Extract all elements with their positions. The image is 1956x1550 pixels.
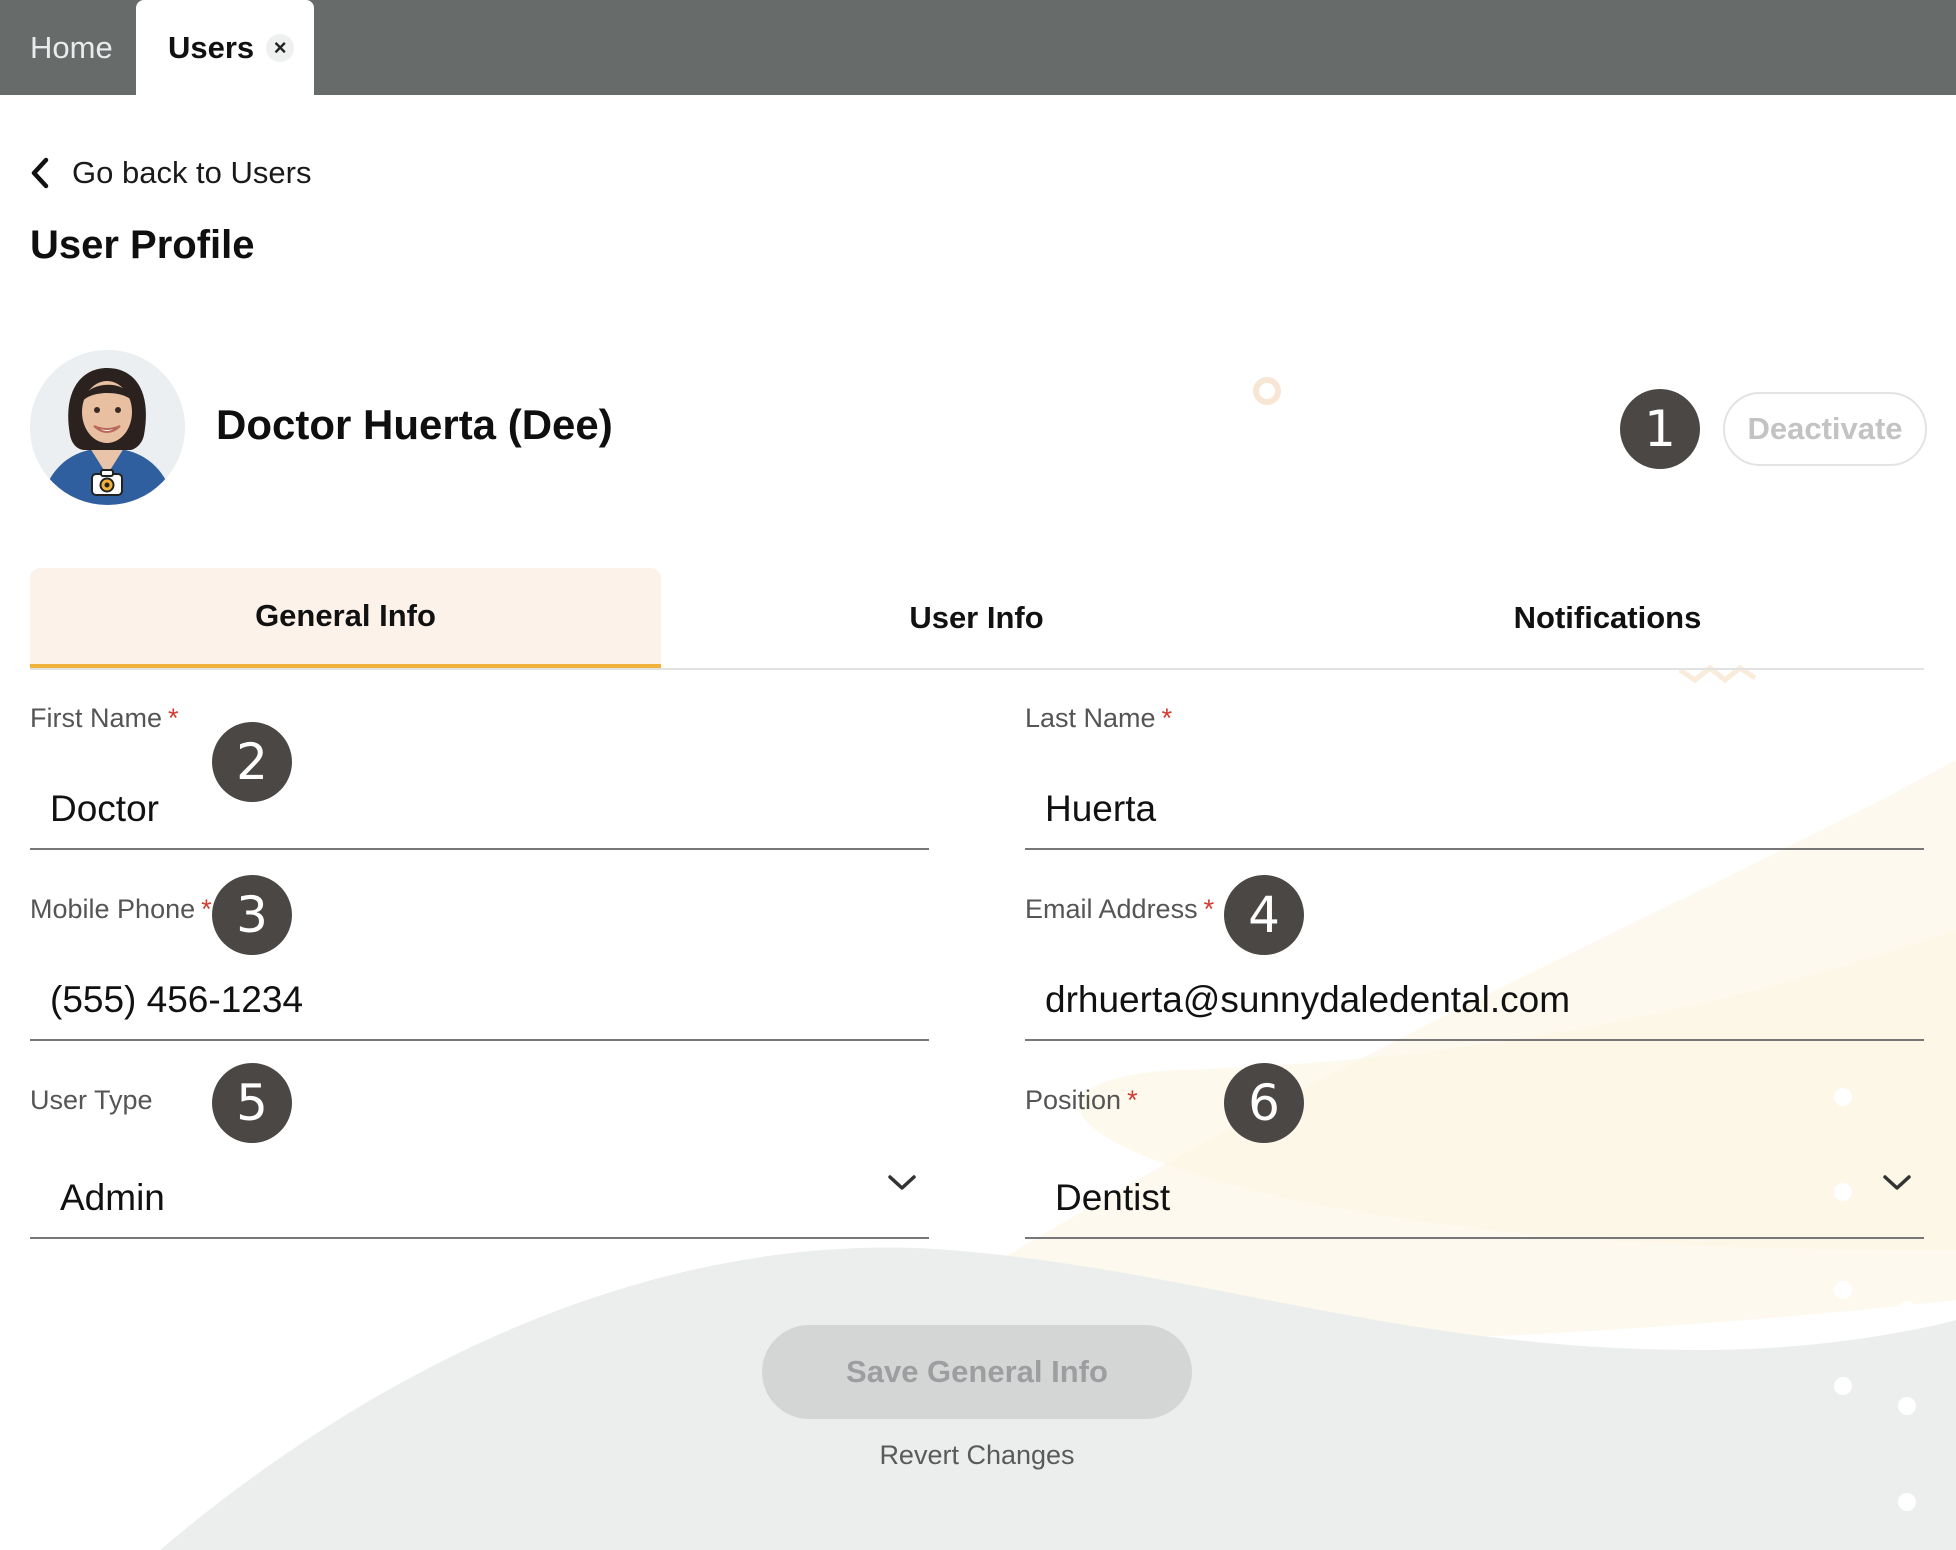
callout-badge-5: 5 (212, 1063, 292, 1143)
first-name-label: First Name * (30, 703, 179, 733)
position-underline (1025, 1237, 1924, 1239)
close-icon[interactable]: × (266, 33, 295, 62)
back-link-label: Go back to Users (72, 155, 312, 190)
email-underline (1025, 1039, 1924, 1041)
callout-badge-4: 4 (1224, 875, 1304, 955)
email-field[interactable]: Email Address * drhuerta@sunnydaledental.… (1025, 894, 1924, 1044)
required-marker: * (1203, 894, 1215, 924)
callout-badge-6: 6 (1224, 1063, 1304, 1143)
mobile-phone-underline (30, 1039, 929, 1041)
mobile-phone-input[interactable]: (555) 456-1234 (50, 979, 303, 1021)
callout-badge-3: 3 (212, 875, 292, 955)
required-marker: * (168, 703, 179, 733)
required-marker: * (1127, 1085, 1138, 1115)
callout-badge-1: 1 (1620, 389, 1700, 469)
user-type-value[interactable]: Admin (60, 1177, 165, 1219)
user-type-select[interactable]: User Type Admin (30, 1085, 929, 1245)
mobile-phone-field[interactable]: Mobile Phone * (555) 456-1234 (30, 894, 929, 1044)
save-general-info-button[interactable]: Save General Info (762, 1325, 1192, 1419)
revert-changes-link[interactable]: Revert Changes (762, 1440, 1192, 1471)
user-type-underline (30, 1237, 929, 1239)
tab-general-info[interactable]: General Info (30, 568, 661, 668)
chevron-down-icon[interactable] (1882, 1173, 1912, 1193)
tab-users[interactable]: Users × (136, 0, 314, 95)
first-name-input[interactable]: Doctor (50, 788, 159, 830)
last-name-label: Last Name * (1025, 703, 1173, 733)
user-type-label: User Type (30, 1085, 153, 1115)
last-name-input[interactable]: Huerta (1045, 788, 1156, 830)
page-title: User Profile (30, 223, 255, 267)
profile-name: Doctor Huerta (Dee) (216, 401, 613, 448)
email-input[interactable]: drhuerta@sunnydaledental.com (1045, 979, 1570, 1021)
chevron-left-icon (31, 157, 49, 189)
first-name-underline (30, 848, 929, 850)
main-content: Go back to Users User Profile Doctor Hue… (0, 95, 1956, 1550)
camera-icon[interactable] (90, 467, 124, 497)
last-name-field[interactable]: Last Name * Huerta (1025, 703, 1924, 853)
tab-user-info[interactable]: User Info (661, 568, 1292, 668)
position-value[interactable]: Dentist (1055, 1177, 1170, 1219)
position-label: Position * (1025, 1085, 1138, 1115)
last-name-underline (1025, 848, 1924, 850)
tab-users-label: Users (168, 29, 255, 65)
section-tabs: General Info User Info Notifications (30, 568, 1924, 670)
deactivate-button[interactable]: Deactivate (1723, 392, 1927, 466)
top-tab-bar: Home Users × (0, 0, 1956, 95)
required-marker: * (201, 894, 212, 924)
first-name-field[interactable]: First Name * Doctor (30, 703, 929, 853)
position-select[interactable]: Position * Dentist (1025, 1085, 1924, 1245)
required-marker: * (1161, 703, 1173, 733)
callout-badge-2: 2 (212, 722, 292, 802)
email-label: Email Address * (1025, 894, 1215, 924)
tab-home-label: Home (30, 29, 113, 65)
tab-home[interactable]: Home (0, 0, 136, 95)
tab-notifications[interactable]: Notifications (1292, 568, 1923, 668)
back-link[interactable]: Go back to Users (30, 155, 311, 191)
chevron-down-icon[interactable] (887, 1173, 917, 1193)
mobile-phone-label: Mobile Phone * (30, 894, 212, 924)
